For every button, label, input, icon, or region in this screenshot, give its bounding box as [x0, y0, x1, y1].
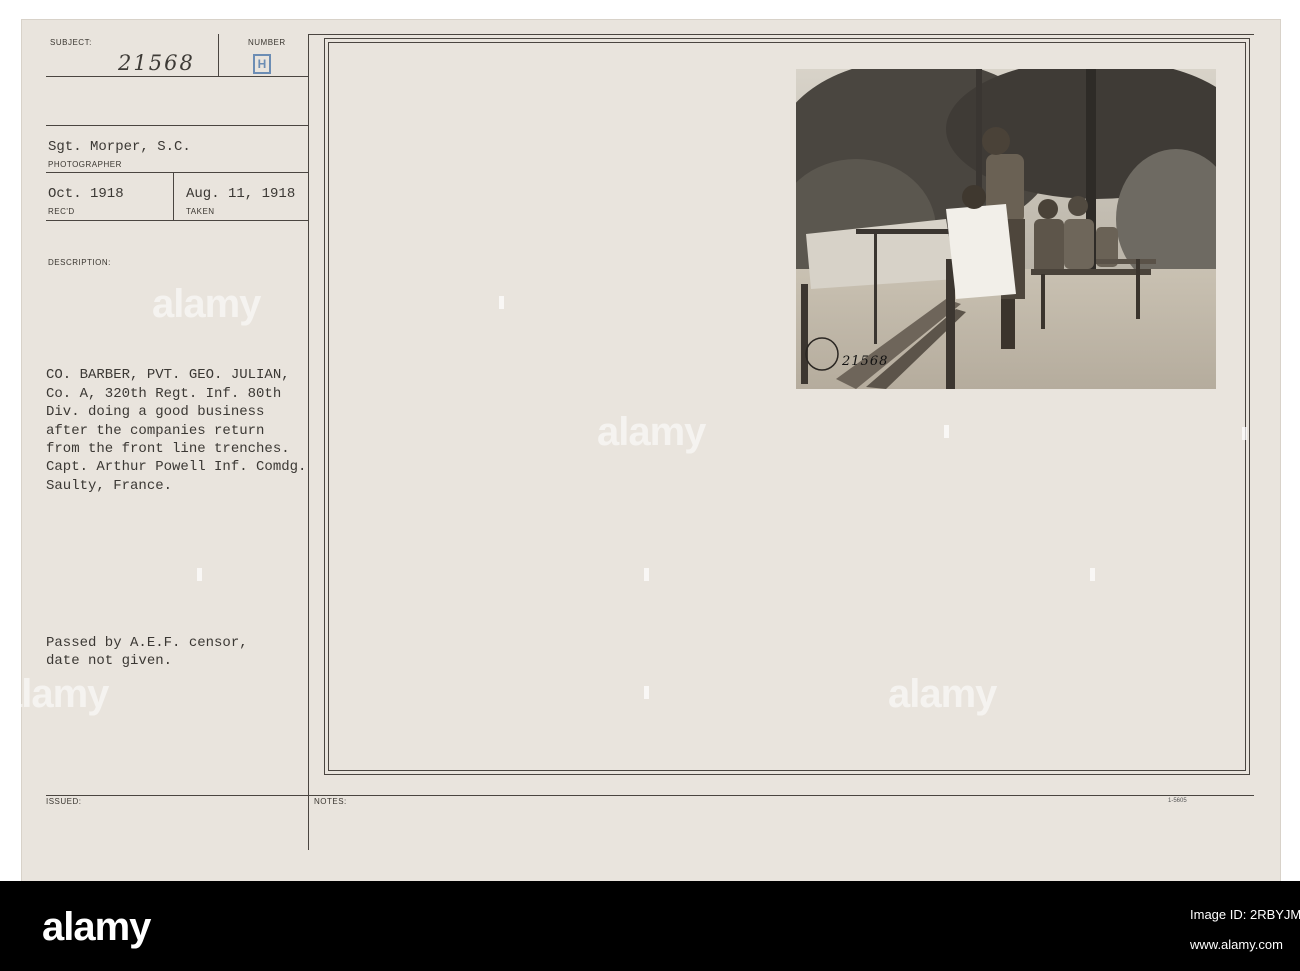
censor-line: date not given.	[46, 653, 173, 670]
divider-date	[173, 172, 174, 220]
watermark-mark	[1090, 568, 1095, 581]
description-line: Co. A, 320th Regt. Inf. 80th	[46, 385, 282, 402]
taken-date: Aug. 11, 1918	[186, 186, 296, 202]
divider-row-2	[46, 125, 308, 126]
description-line: after the companies return	[46, 422, 265, 439]
divider-vertical-left	[308, 34, 309, 850]
taken-label: TAKEN	[186, 207, 215, 216]
watermark-mark	[1242, 427, 1247, 440]
watermark-mark	[644, 568, 649, 581]
divider-subject-number	[218, 34, 219, 76]
divider-bottom	[46, 795, 1254, 796]
number-label: NUMBER	[248, 38, 286, 47]
description-text: CO. BARBER, PVT. GEO. JULIAN, Co. A, 320t…	[46, 348, 306, 495]
watermark-mark	[944, 425, 949, 438]
notes-label: NOTES:	[314, 797, 347, 806]
footer-url[interactable]: www.alamy.com	[1190, 937, 1283, 952]
censor-text: Passed by A.E.F. censor, date not given.	[46, 634, 248, 671]
watermark-mark	[499, 296, 504, 309]
subject-number: 21568	[118, 51, 195, 75]
divider-row-3	[46, 172, 308, 173]
watermark-mark	[644, 686, 649, 699]
subject-label: SUBJECT:	[50, 38, 92, 47]
watermark-logo: alamy	[0, 672, 109, 716]
description-label: DESCRIPTION:	[48, 258, 111, 267]
watermark-logo: alamy	[597, 410, 706, 454]
photo-scene	[796, 69, 1216, 389]
watermark-logo: alamy	[888, 672, 997, 716]
received-label: REC'D	[48, 207, 75, 216]
watermark-logo: alamy	[152, 282, 261, 326]
description-line: from the front line trenches.	[46, 441, 290, 458]
photo-stamp-number: 21568	[842, 354, 889, 369]
description-line: Div. doing a good business	[46, 404, 265, 421]
description-line: CO. BARBER, PVT. GEO. JULIAN,	[46, 367, 290, 384]
divider-row-1	[46, 76, 308, 77]
stock-footer	[0, 881, 1300, 971]
number-stamp: H	[253, 54, 271, 74]
image-id: Image ID: 2RBYJM4	[1190, 907, 1300, 922]
censor-line: Passed by A.E.F. censor,	[46, 635, 248, 651]
received-date: Oct. 1918	[48, 186, 124, 202]
watermark-mark	[197, 568, 202, 581]
footer-logo[interactable]: alamy	[42, 905, 151, 950]
divider-row-4	[46, 220, 308, 221]
photographer-label: PHOTOGRAPHER	[48, 160, 122, 169]
issued-label: ISSUED:	[46, 797, 82, 806]
description-line: Capt. Arthur Powell Inf. Comdg.	[46, 459, 307, 476]
barber-photograph	[796, 69, 1216, 389]
description-line: Saulty, France.	[46, 477, 173, 494]
form-number: 1-5605	[1168, 798, 1187, 804]
photographer-name: Sgt. Morper, S.C.	[48, 139, 191, 155]
divider-top-right	[308, 34, 1254, 35]
